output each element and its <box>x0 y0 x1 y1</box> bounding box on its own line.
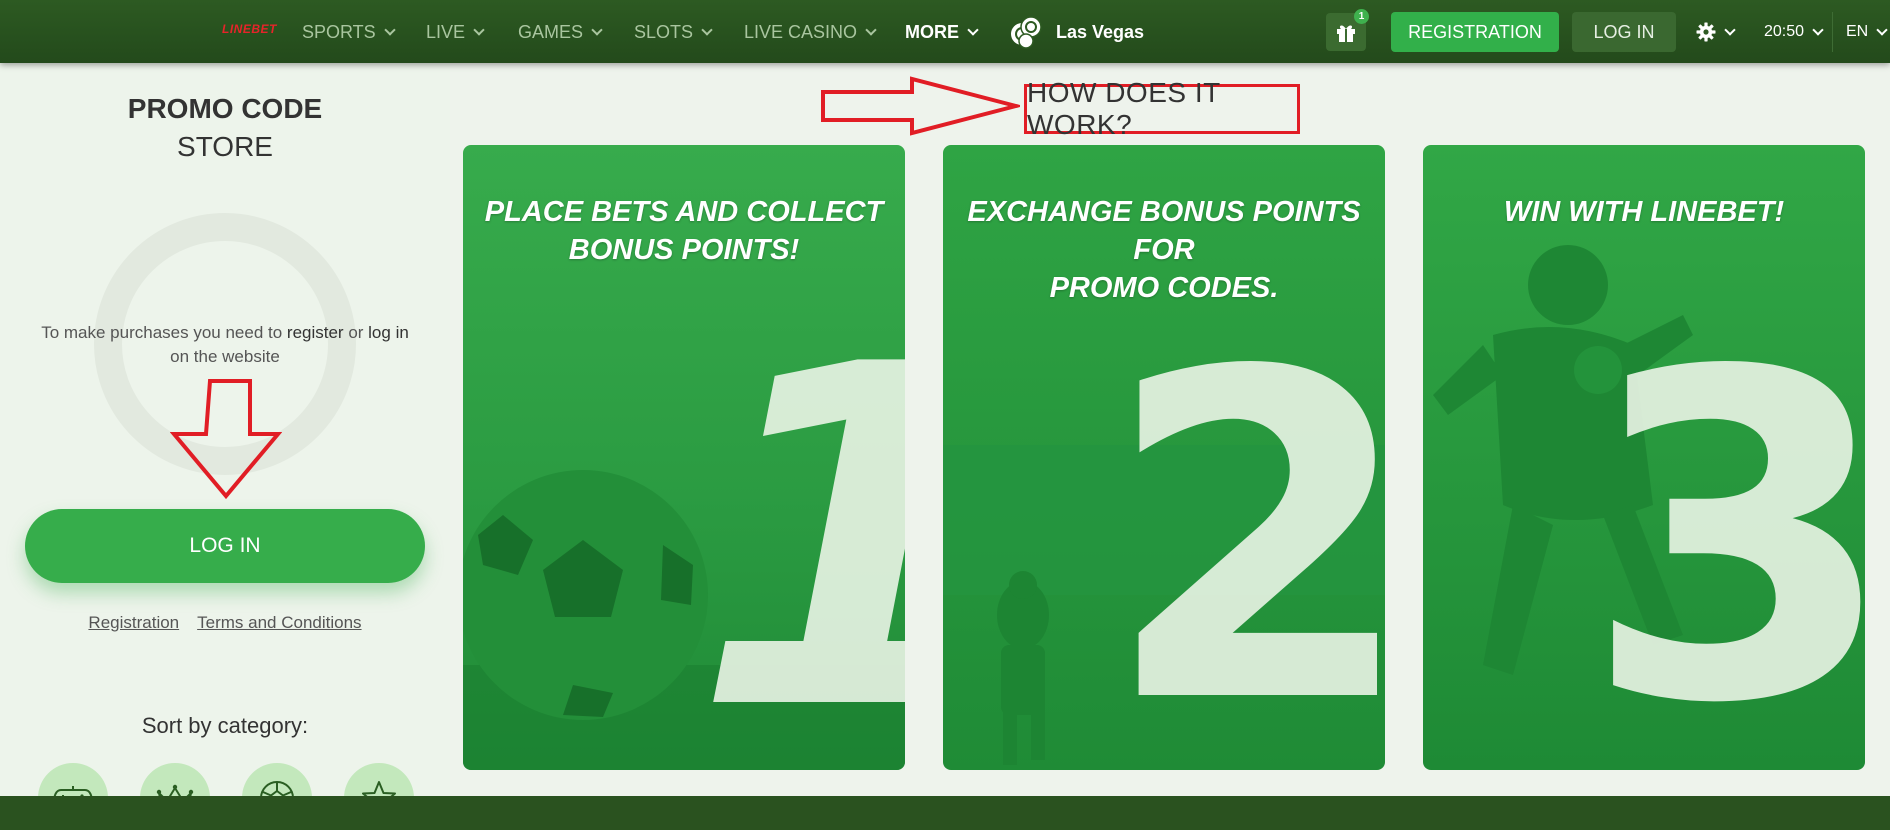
nav-item-sports[interactable]: SPORTS <box>302 19 396 45</box>
las-vegas-label: Las Vegas <box>1056 21 1145 42</box>
language-code: EN <box>1846 23 1869 40</box>
promo-store-title: PROMO CODE STORE <box>0 93 450 163</box>
annotation-arrow-down-icon <box>170 379 282 500</box>
sidebar-login-button[interactable]: LOG IN <box>25 509 425 583</box>
registration-link[interactable]: Registration <box>88 613 179 633</box>
casino-chips-icon <box>1011 16 1042 49</box>
chevron-down-icon <box>865 23 877 36</box>
promo-store-sidebar: PROMO CODE STORE To make purchases you n… <box>0 63 450 830</box>
registration-button[interactable]: REGISTRATION <box>1391 12 1559 52</box>
nav-item-live[interactable]: LIVE <box>426 19 485 45</box>
step-3-caption-line1: WIN WITH LINEBET! <box>1503 196 1785 228</box>
step-1-caption: PLACE BETS AND COLLECT BONUS POINTS! <box>463 193 905 269</box>
gear-icon <box>1696 22 1716 42</box>
terms-link[interactable]: Terms and Conditions <box>197 613 361 633</box>
chevron-down-icon <box>473 23 485 36</box>
time-dropdown[interactable]: 20:50 <box>1764 18 1824 46</box>
promo-title-line1: PROMO CODE <box>127 93 323 124</box>
nav-item-slots[interactable]: SLOTS <box>634 19 713 45</box>
step-2-number: 2 <box>1103 278 1385 770</box>
nav-item-label: SLOTS <box>634 21 694 42</box>
sidebar-links: Registration Terms and Conditions <box>0 613 450 633</box>
sort-by-category-label: Sort by category: <box>141 713 309 738</box>
nav-item-label: GAMES <box>518 21 584 42</box>
step-card-2: EXCHANGE BONUS POINTS FOR PROMO CODES. 2 <box>943 145 1385 770</box>
nav-item-label: LIVE <box>426 21 466 42</box>
chevron-down-icon <box>701 23 713 36</box>
step-1-caption-line2: BONUS POINTS! <box>568 234 800 266</box>
chevron-down-icon <box>1724 23 1736 36</box>
top-navigation-bar: LINEBET SPORTS LIVE GAMES SLOTS LIVE CAS… <box>0 0 1890 63</box>
gift-button[interactable]: 1 <box>1326 9 1369 51</box>
how-it-works-title: HOW DOES IT WORK? <box>1024 77 1300 140</box>
chevron-down-icon <box>1812 23 1824 36</box>
language-dropdown[interactable]: EN <box>1846 18 1888 46</box>
chevron-down-icon <box>384 23 396 36</box>
login-inline-link[interactable]: log in <box>368 323 409 342</box>
nav-item-label: LIVE CASINO <box>744 21 858 42</box>
site-logo[interactable]: LINEBET <box>222 22 277 36</box>
gift-icon <box>1337 25 1355 42</box>
login-button[interactable]: LOG IN <box>1572 12 1676 52</box>
purchase-hint-or: or <box>343 323 369 342</box>
step-card-1: PLACE BETS AND COLLECT BONUS POINTS! 1 <box>463 145 905 770</box>
footer-bar <box>0 796 1890 830</box>
promo-title-line2: STORE <box>177 131 273 162</box>
step-card-3: WIN WITH LINEBET! 3 <box>1423 145 1865 770</box>
annotation-arrow-right-icon <box>821 76 1020 136</box>
register-inline-link[interactable]: register <box>287 323 344 342</box>
las-vegas-link[interactable]: Las Vegas <box>1008 14 1144 50</box>
step-1-number: 1 <box>693 305 905 771</box>
purchase-hint-suffix: on the website <box>170 347 280 366</box>
purchase-hint: To make purchases you need to register o… <box>25 321 425 369</box>
current-time: 20:50 <box>1764 23 1805 40</box>
step-3-number: 3 <box>1583 278 1865 770</box>
step-1-caption-line1: PLACE BETS AND COLLECT <box>484 196 884 228</box>
settings-dropdown[interactable] <box>1696 18 1736 46</box>
nav-item-label: SPORTS <box>302 21 376 42</box>
step-2-caption-line1: EXCHANGE BONUS POINTS FOR <box>967 196 1361 266</box>
nav-item-games[interactable]: GAMES <box>518 19 603 45</box>
chevron-down-icon <box>967 23 979 36</box>
purchase-hint-prefix: To make purchases you need to <box>41 323 287 342</box>
nav-divider <box>1832 12 1833 52</box>
nav-item-label: MORE <box>905 21 959 42</box>
chevron-down-icon <box>1876 23 1888 36</box>
gift-count-badge: 1 <box>1354 9 1369 24</box>
step-3-caption: WIN WITH LINEBET! <box>1423 193 1865 231</box>
chevron-down-icon <box>591 23 603 36</box>
nav-item-live-casino[interactable]: LIVE CASINO <box>744 19 877 45</box>
nav-item-more[interactable]: MORE <box>905 19 979 45</box>
